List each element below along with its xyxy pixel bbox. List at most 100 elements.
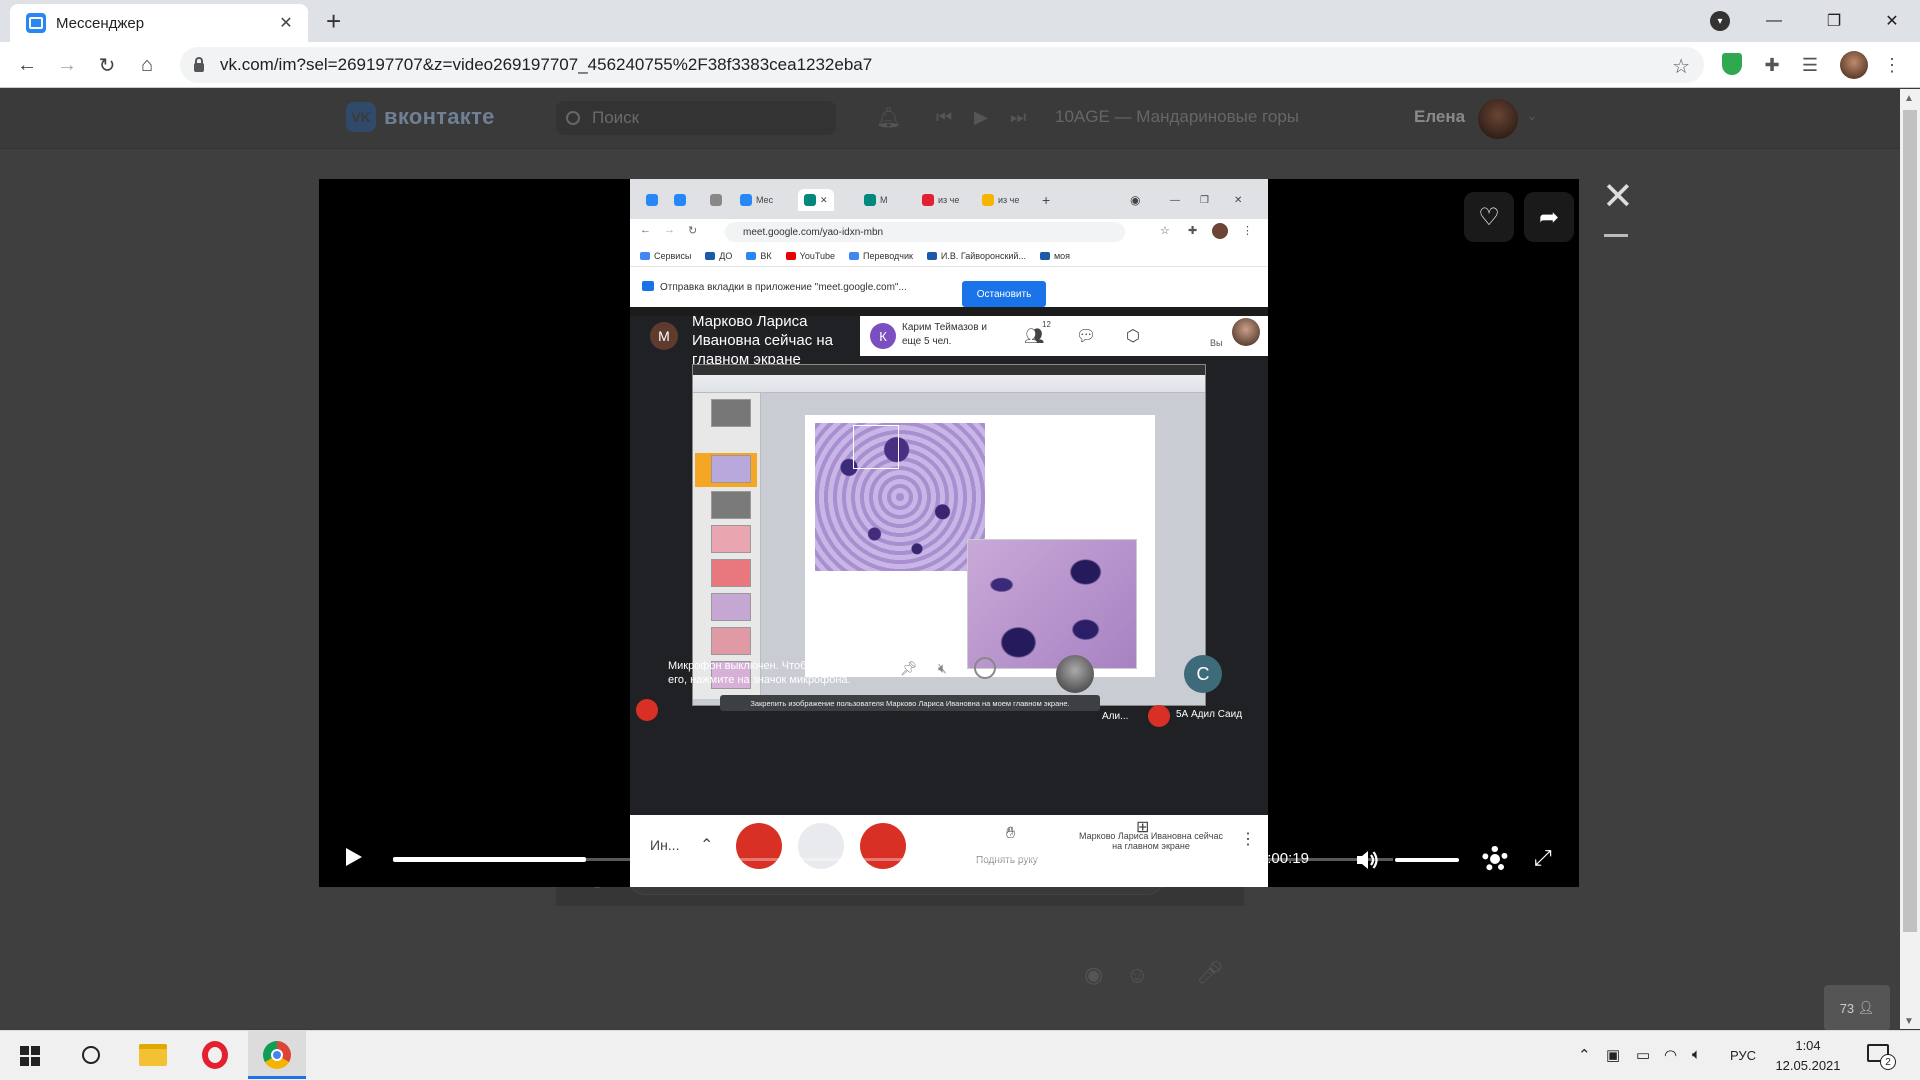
address-bar[interactable]: vk.com/im?sel=269197707&z=video269197707… <box>180 47 1704 83</box>
inner-menu-icon: ⋮ <box>1242 225 1253 237</box>
image-icon <box>982 194 994 206</box>
file-explorer-icon[interactable] <box>138 1040 168 1070</box>
tray-chevron-icon[interactable]: ⌃ <box>1578 1046 1591 1064</box>
participant-tile-name: 5А Адил Саид <box>1176 709 1243 720</box>
mute-icon: 🔇︎ <box>938 660 947 676</box>
prev-track-icon[interactable]: ⏮ <box>936 107 952 128</box>
histology-zoom-image <box>967 539 1137 669</box>
system-clock[interactable]: 1:04 12.05.2021 <box>1770 1036 1846 1076</box>
inner-tabsearch-icon: ◉ <box>1130 193 1141 207</box>
shared-screen <box>692 364 1206 706</box>
inner-restore-icon: ❐ <box>1200 194 1209 206</box>
video-duration: 3:00:19 <box>1258 850 1309 867</box>
video-minimize-icon[interactable] <box>1604 234 1628 237</box>
inner-tab <box>710 189 726 211</box>
minimize-button[interactable]: — <box>1746 0 1802 42</box>
vk-search-input[interactable]: Поиск <box>556 101 836 135</box>
close-window-button[interactable]: ✕ <box>1864 0 1920 42</box>
banner-text: Отправка вкладки в приложение "meet.goog… <box>660 281 907 293</box>
adblock-shield-icon[interactable] <box>1722 53 1742 75</box>
scroll-up-icon[interactable]: ▲ <box>1904 93 1914 104</box>
volume-slider[interactable] <box>1395 858 1459 862</box>
self-avatar <box>1232 318 1260 346</box>
play-track-icon[interactable]: ▶ <box>974 107 988 128</box>
chrome-icon[interactable] <box>262 1040 292 1070</box>
taskbar-search-icon[interactable] <box>76 1040 106 1070</box>
windows-start-icon[interactable] <box>20 1046 40 1066</box>
inner-tab <box>646 189 662 211</box>
browser-menu-icon[interactable]: ⋮ <box>1880 53 1904 77</box>
tab-title: Мессенджер <box>56 14 145 32</box>
settings-gear-icon[interactable] <box>1482 846 1508 872</box>
speaker-icon[interactable]: 🔈︎ <box>1692 1046 1701 1063</box>
tab-close-icon[interactable]: ✕ <box>276 13 296 33</box>
cast-icon <box>642 281 654 291</box>
clock-time: 1:04 <box>1795 1038 1821 1053</box>
video-time: 34:48 / 3:00:19 <box>1208 850 1309 867</box>
extensions-icon[interactable]: ✚ <box>1760 53 1784 77</box>
browser-tabbar: Мессенджер ✕ + ▾ — ❐ ✕ <box>0 0 1920 42</box>
scroll-down-icon[interactable]: ▼ <box>1904 1016 1914 1027</box>
reload-icon[interactable]: ↻ <box>92 50 122 80</box>
restore-button[interactable]: ❐ <box>1806 0 1862 42</box>
battery-icon[interactable]: ▭ <box>1636 1046 1650 1064</box>
share-icon[interactable]: ➦ <box>1524 192 1574 242</box>
tab-messenger[interactable]: Мессенджер ✕ <box>10 4 308 42</box>
emoji-icon[interactable]: ☺ <box>1126 962 1148 988</box>
slide-thumb <box>711 455 751 483</box>
inner-tab-label: из че <box>938 195 960 205</box>
bookmark: ВК <box>746 251 772 261</box>
fullscreen-icon[interactable]: ⤢ <box>1534 847 1554 869</box>
inner-browser-tabbar: Мес ✕ М из че из че + ◉ — ❐ ✕ <box>630 179 1268 219</box>
chevron-up-icon: ⌃ <box>700 837 714 854</box>
bookmark-star-icon[interactable]: ☆ <box>1672 54 1690 79</box>
slide-thumb <box>711 525 751 553</box>
vk-logo-text: вконтакте <box>384 104 495 129</box>
scrollbar-thumb[interactable] <box>1903 110 1917 932</box>
inner-star-icon: ☆ <box>1160 225 1170 237</box>
home-icon[interactable]: ⌂ <box>132 50 162 80</box>
activities-icon: ⬡ <box>1126 328 1140 345</box>
meet-area: М Марково Лариса Ивановна сейчас на глав… <box>630 313 1268 887</box>
reading-list-icon[interactable]: ☰ <box>1798 53 1822 77</box>
vk-user-avatar[interactable] <box>1478 99 1518 139</box>
toast-close-icon: ✕ <box>886 653 898 669</box>
participant-label: Карим Теймазов и еще 5 чел. <box>902 322 987 347</box>
vk-user-name[interactable]: Елена <box>1414 107 1465 127</box>
vk-logo[interactable]: VK вконтакте <box>346 102 495 132</box>
bookmark-label: Сервисы <box>654 250 692 261</box>
bookmark: Сервисы <box>640 251 691 261</box>
camera-icon[interactable]: ◉ <box>1084 962 1103 988</box>
profile-avatar[interactable] <box>1840 51 1868 79</box>
new-tab-button[interactable]: + <box>326 8 341 34</box>
tab-search-icon[interactable]: ▾ <box>1710 11 1730 31</box>
you-label: Вы <box>1210 338 1223 348</box>
raise-hand-icon: ✋︎ <box>1006 825 1016 842</box>
meet-top-panel: К Карим Теймазов и еще 5 чел. 👥︎ 12 💬︎ ⬡… <box>860 316 1268 356</box>
notifications-bell-icon[interactable]: 🔔︎ <box>876 105 901 129</box>
wifi-icon[interactable]: ◠ <box>1664 1046 1677 1064</box>
forward-icon[interactable]: → <box>52 50 82 80</box>
like-heart-icon[interactable]: ♡ <box>1464 192 1514 242</box>
video-close-icon[interactable]: ✕ <box>1602 178 1634 216</box>
tray-monitor-icon[interactable]: ▣ <box>1606 1046 1620 1064</box>
opera-icon[interactable] <box>200 1040 230 1070</box>
next-track-icon[interactable]: ⏭ <box>1010 107 1026 128</box>
bookmark-label: моя <box>1053 250 1071 261</box>
vk-logo-icon: VK <box>346 102 376 132</box>
mic-off-icon <box>1148 705 1170 727</box>
volume-icon[interactable] <box>1354 847 1380 873</box>
back-icon[interactable]: ← <box>12 50 42 80</box>
microphone-icon[interactable]: 🎤︎ <box>1196 960 1224 986</box>
bookmark-label: ДО <box>719 250 733 261</box>
vk-messenger-icon <box>26 13 46 33</box>
url-text: vk.com/im?sel=269197707&z=video269197707… <box>220 55 873 74</box>
bookmark-icon <box>1039 251 1050 260</box>
language-indicator[interactable]: РУС <box>1730 1048 1756 1063</box>
meet-icon <box>804 194 816 206</box>
video-play-icon[interactable] <box>346 848 362 866</box>
slide-thumb <box>711 593 751 621</box>
chevron-down-icon[interactable]: ⌄ <box>1526 107 1538 124</box>
online-count-badge[interactable]: 73 👤︎ <box>1824 985 1890 1031</box>
now-playing-text[interactable]: 10AGE — Мандариновые горы <box>1055 107 1299 127</box>
